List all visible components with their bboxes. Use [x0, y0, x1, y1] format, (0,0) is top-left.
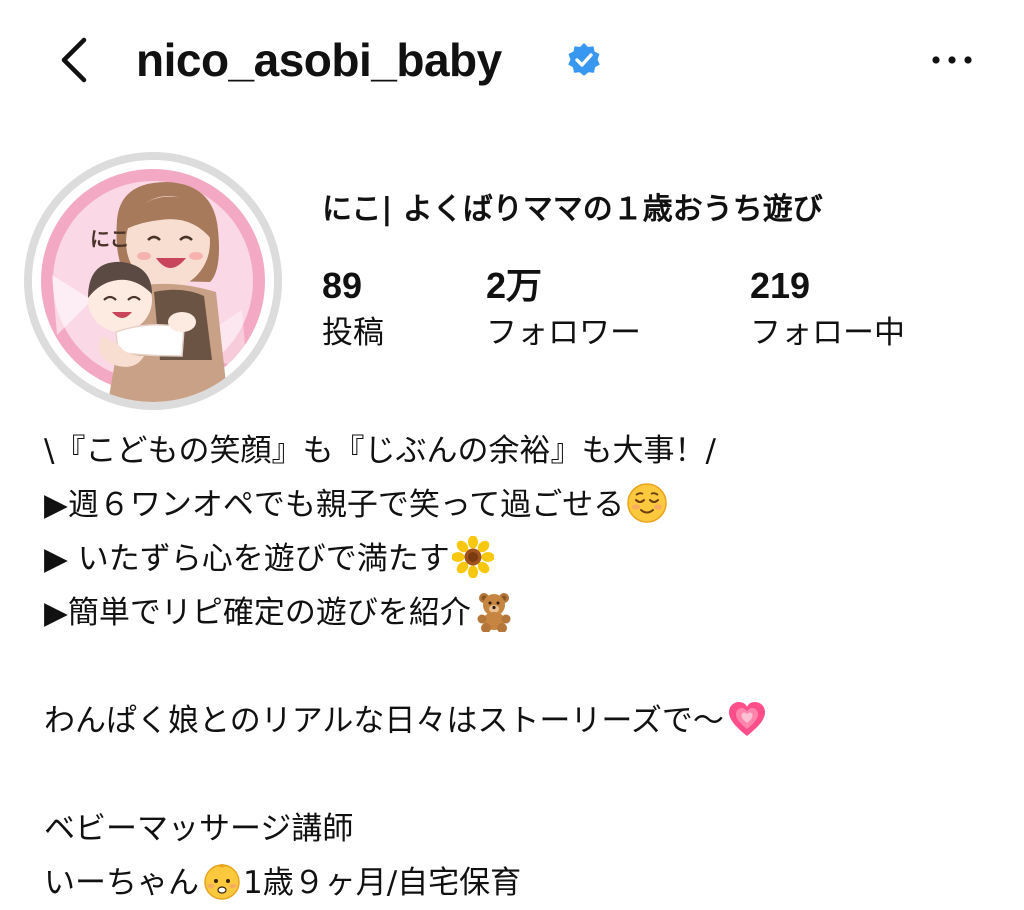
back-button[interactable]	[48, 32, 104, 88]
svg-text:にこ: にこ	[90, 227, 130, 251]
sunflower-icon	[451, 536, 494, 578]
followers-count-label: フォロワー	[486, 315, 641, 351]
profile-username: nico_asobi_baby	[136, 34, 502, 86]
avatar-image: にこ	[32, 160, 274, 402]
followers-count-value: 2万	[486, 265, 543, 306]
bio-line: いーちゃん 1歳９ヶ月/自宅保育	[44, 856, 1004, 910]
posts-count-label: 投稿	[322, 315, 384, 351]
posts-count[interactable]: 89 投稿	[322, 262, 384, 356]
bio-line: わんぱく娘とのリアルな日々はストーリーズで〜	[44, 694, 1004, 748]
bio-text: ▶簡単でリピ確定の遊びを紹介	[44, 595, 471, 631]
verified-badge-icon	[568, 43, 600, 76]
bio-text: 1歳９ヶ月/自宅保育	[243, 865, 522, 901]
bio-line: ▶ いたずら心を遊びで満たす	[44, 532, 1004, 586]
bio-text: ▶週６ワンオペでも親子で笑って過ごせる	[44, 487, 625, 523]
bio-line: ▶簡単でリピ確定の遊びを紹介	[44, 586, 1004, 640]
bio-blank-line	[44, 748, 1004, 802]
bio-blank-line	[44, 640, 1004, 694]
growing-heart-icon	[726, 698, 768, 740]
followers-count[interactable]: 2万 フォロワー	[486, 262, 641, 356]
baby-icon	[201, 860, 243, 902]
bio-text: わんぱく娘とのリアルな日々はストーリーズで〜	[44, 703, 724, 739]
more-horizontal-icon	[932, 56, 972, 64]
illustrated-mother-and-baby-avatar: にこ	[32, 160, 274, 402]
bio-text: ベビーマッサージ講師	[44, 811, 354, 847]
posts-count-value: 89	[322, 265, 363, 306]
more-options-button[interactable]	[924, 40, 980, 80]
bio-line: ▶週６ワンオペでも親子で笑って過ごせる	[44, 478, 1004, 532]
profile-avatar[interactable]: にこ	[24, 152, 282, 410]
chevron-left-icon	[61, 37, 87, 83]
bio-text: \『こどもの笑顔』も『じぶんの余裕』も大事！/	[44, 433, 716, 469]
following-count-value: 219	[750, 265, 811, 306]
bio-text: いーちゃん	[44, 865, 199, 901]
bio-text: ▶ いたずら心を遊びで満たす	[44, 541, 450, 577]
following-count[interactable]: 219 フォロー中	[750, 262, 905, 356]
following-count-label: フォロー中	[750, 315, 905, 351]
teddy-bear-icon	[473, 590, 515, 632]
profile-display-name: にこ| よくばりママの１歳おうち遊び	[322, 192, 823, 227]
profile-bio: \『こどもの笑顔』も『じぶんの余裕』も大事！/ ▶週６ワンオペでも親子で笑って過…	[44, 424, 1004, 910]
relieved-face-icon	[626, 482, 668, 524]
bio-line: \『こどもの笑顔』も『じぶんの余裕』も大事！/	[44, 424, 1004, 478]
profile-header: nico_asobi_baby	[0, 0, 1024, 120]
